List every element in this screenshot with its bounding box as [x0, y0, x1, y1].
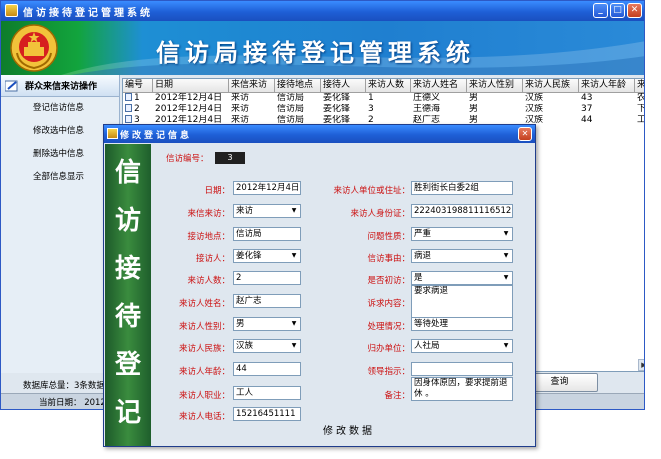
- maximize-button[interactable]: □: [610, 3, 625, 18]
- dropdown-arrow-icon[interactable]: ▼: [501, 273, 511, 283]
- edit-dialog: 修改登记信息 ✕ 信 访 接 待 登 记 信访编号： 3 日期： 2012年12…: [103, 124, 536, 447]
- column-header[interactable]: 接待地点: [275, 79, 321, 93]
- visitor-gender-label: 来访人性别：: [178, 322, 230, 332]
- side-char: 访: [114, 206, 141, 236]
- scroll-right-button[interactable]: ▶: [638, 359, 644, 371]
- sidebar-item-register[interactable]: 登记信访信息: [1, 97, 119, 120]
- visit-type-select[interactable]: 来访 ▼: [233, 204, 301, 218]
- dialog-title: 修改登记信息: [120, 131, 193, 141]
- document-icon: [125, 93, 132, 101]
- remarks-label: 备注：: [384, 391, 410, 401]
- visitor-ethnicity-select[interactable]: 汉族 ▼: [233, 339, 301, 353]
- side-char: 登: [114, 350, 141, 380]
- visitor-gender-select[interactable]: 男 ▼: [233, 317, 301, 331]
- date-label: 日期：: [204, 186, 230, 196]
- dialog-app-icon: [107, 128, 118, 139]
- dialog-title-bar[interactable]: 修改登记信息 ✕: [104, 125, 535, 143]
- sidebar-item-show-all[interactable]: 全部信息显示: [1, 166, 119, 189]
- minimize-button[interactable]: _: [593, 3, 608, 18]
- petition-reason-label: 信访事由：: [367, 254, 410, 264]
- first-visit-label: 是否初访：: [367, 276, 410, 286]
- dropdown-arrow-icon[interactable]: ▼: [501, 341, 511, 351]
- visitor-age-field[interactable]: 44: [233, 362, 301, 376]
- banner: 信访局接待登记管理系统: [1, 21, 644, 75]
- side-char: 信: [114, 158, 141, 188]
- column-header[interactable]: 编号: [123, 79, 153, 93]
- code-value: 3: [215, 152, 245, 164]
- visitor-ethnicity-label: 来访人民族：: [178, 344, 230, 354]
- side-char: 待: [114, 302, 141, 332]
- visitor-name-field[interactable]: 赵广志: [233, 294, 301, 308]
- visitor-age-label: 来访人年龄：: [178, 367, 230, 377]
- visitor-occupation-field[interactable]: 工人: [233, 386, 301, 400]
- document-icon: [125, 115, 132, 123]
- first-visit-select[interactable]: 是 ▼: [411, 271, 513, 285]
- close-button[interactable]: ✕: [627, 3, 642, 18]
- appeal-content-label: 诉求内容：: [367, 299, 410, 309]
- receptionist-select[interactable]: 姜化锋 ▼: [233, 249, 301, 263]
- window-title: 信访接待登记管理系统: [23, 8, 153, 19]
- receptionist-label: 接访人：: [195, 254, 230, 264]
- column-header[interactable]: 来访人性别: [467, 79, 523, 93]
- visitor-id-label: 来访人身份证：: [350, 209, 410, 219]
- code-label: 信访编号：: [166, 154, 209, 164]
- dialog-close-button[interactable]: ✕: [518, 127, 532, 141]
- issue-nature-select[interactable]: 严重 ▼: [411, 227, 513, 241]
- visitor-phone-field[interactable]: 15216451111: [233, 407, 301, 421]
- dialog-side-panel: 信 访 接 待 登 记: [105, 144, 151, 446]
- leader-instruction-label: 领导指示：: [367, 367, 410, 377]
- column-header[interactable]: 来访人年龄: [579, 79, 635, 93]
- issue-nature-label: 问题性质：: [367, 232, 410, 242]
- dropdown-arrow-icon[interactable]: ▼: [289, 341, 299, 351]
- column-header[interactable]: 接待人: [321, 79, 366, 93]
- column-header[interactable]: 日期: [153, 79, 229, 93]
- assigned-unit-label: 归办单位：: [367, 344, 410, 354]
- leader-instruction-field[interactable]: [411, 362, 513, 376]
- dropdown-arrow-icon[interactable]: ▼: [289, 319, 299, 329]
- column-header[interactable]: 来访人数: [366, 79, 411, 93]
- assigned-unit-select[interactable]: 人社局 ▼: [411, 339, 513, 353]
- handling-status-field[interactable]: 等待处理: [411, 317, 513, 331]
- app-emblem-icon: [5, 4, 18, 17]
- visit-type-label: 来信来访：: [187, 209, 230, 219]
- sidebar-item-delete[interactable]: 删除选中信息: [1, 143, 119, 166]
- table-row[interactable]: 1 2012年12月4日 来访 信访局 姜化锋 1 庄德义 男 汉族 43 农民: [123, 93, 644, 104]
- dropdown-arrow-icon[interactable]: ▼: [501, 251, 511, 261]
- column-header[interactable]: 来信来访: [229, 79, 275, 93]
- banner-title: 信访局接待登记管理系统: [156, 38, 475, 67]
- visitor-address-field[interactable]: 胜利街长白委2组: [411, 181, 513, 195]
- visitor-phone-label: 来访人电话：: [178, 412, 230, 422]
- sidebar-item-modify[interactable]: 修改选中信息: [1, 120, 119, 143]
- column-header[interactable]: 来访人姓名: [411, 79, 467, 93]
- sidebar-header-label: 群众来信来访操作: [25, 82, 98, 92]
- pen-icon: [5, 80, 18, 91]
- dropdown-arrow-icon[interactable]: ▼: [289, 251, 299, 261]
- record-count-label: 数据库总量：3条数据: [23, 381, 105, 391]
- handling-status-label: 处理情况：: [367, 322, 410, 332]
- visitor-address-label: 来访人单位或住址：: [333, 186, 410, 196]
- reception-place-field[interactable]: 信访局: [233, 227, 301, 241]
- national-emblem-icon: [10, 24, 58, 72]
- remarks-textarea[interactable]: 因身体原因，要求提前退休 。: [411, 377, 513, 401]
- side-char: 接: [114, 254, 141, 284]
- date-field[interactable]: 2012年12月4日: [233, 181, 301, 195]
- column-header[interactable]: 来访: [635, 79, 644, 93]
- side-char: 记: [114, 398, 141, 428]
- dropdown-arrow-icon[interactable]: ▼: [289, 206, 299, 216]
- reception-place-label: 接访地点：: [187, 232, 230, 242]
- column-header[interactable]: 来访人民族: [523, 79, 579, 93]
- modify-data-button[interactable]: 修改数据: [312, 424, 386, 440]
- table-row[interactable]: 2 2012年12月4日 来访 信访局 姜化锋 3 王德海 男 汉族 37 下岗: [123, 104, 644, 115]
- table-header: 编号 日期 来信来访 接待地点 接待人 来访人数 来访人姓名 来访人性别 来访人…: [123, 79, 644, 93]
- visitor-count-field[interactable]: 2: [233, 271, 301, 285]
- document-icon: [125, 104, 132, 112]
- sidebar-header: 群众来信来访操作: [1, 75, 119, 97]
- visitor-name-label: 来访人姓名：: [178, 299, 230, 309]
- petition-reason-select[interactable]: 病退 ▼: [411, 249, 513, 263]
- visitor-id-field[interactable]: 222403198811116512: [411, 204, 513, 218]
- dropdown-arrow-icon[interactable]: ▼: [501, 229, 511, 239]
- visitor-occupation-label: 来访人职业：: [178, 391, 230, 401]
- visitor-count-label: 来访人数：: [187, 276, 230, 286]
- title-bar[interactable]: 信访接待登记管理系统 _ □ ✕: [1, 1, 644, 21]
